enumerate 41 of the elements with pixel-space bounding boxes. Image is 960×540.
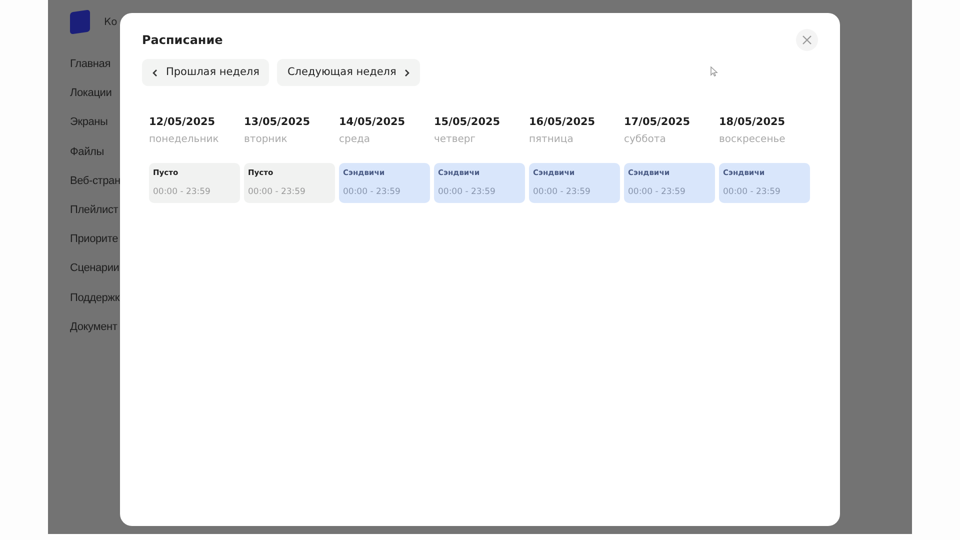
cursor-icon bbox=[710, 66, 718, 77]
close-button[interactable] bbox=[796, 29, 818, 51]
day-weekday: вторник bbox=[244, 132, 288, 147]
day-date: 13/05/2025 bbox=[244, 115, 312, 130]
dialog-title: Расписание bbox=[142, 32, 223, 49]
chevron-right-icon bbox=[404, 68, 410, 76]
entry-time: 00:00 - 23:59 bbox=[153, 186, 212, 199]
sidebar-item[interactable]: Документ bbox=[70, 318, 120, 348]
entry-time: 00:00 - 23:59 bbox=[438, 186, 496, 199]
day-weekday: пятница bbox=[529, 132, 574, 147]
sidebar-item[interactable]: Веб-стран bbox=[70, 172, 120, 202]
entry-time: 00:00 - 23:59 bbox=[723, 186, 782, 199]
entry-time: 00:00 - 23:59 bbox=[533, 186, 592, 199]
day-weekday: воскресенье bbox=[719, 132, 786, 147]
day-date: 15/05/2025 bbox=[434, 115, 502, 130]
sidebar-item[interactable]: Поддержк bbox=[70, 290, 120, 319]
close-icon bbox=[802, 35, 812, 45]
day-date: 18/05/2025 bbox=[719, 115, 786, 130]
day-weekday: четверг bbox=[434, 132, 477, 147]
chevron-left-icon bbox=[152, 68, 158, 76]
day-date: 14/05/2025 bbox=[339, 115, 406, 130]
entry-time: 00:00 - 23:59 bbox=[628, 186, 686, 199]
day-weekday: понедельник bbox=[149, 132, 220, 147]
logo-text: Ко bbox=[104, 16, 118, 30]
day-weekday: суббота bbox=[624, 132, 667, 147]
entry-time: 00:00 - 23:59 bbox=[248, 186, 306, 199]
day-date: 16/05/2025 bbox=[529, 115, 596, 130]
sidebar-item[interactable]: Плейлист bbox=[70, 202, 120, 232]
sidebar-item[interactable]: Сценарии bbox=[70, 260, 120, 290]
sidebar-item[interactable]: Файлы bbox=[70, 144, 120, 173]
day-weekday: среда bbox=[339, 132, 372, 147]
sidebar-item[interactable]: Приорите bbox=[70, 231, 120, 260]
sidebar-item[interactable]: Экраны bbox=[70, 114, 120, 144]
day-date: 12/05/2025 bbox=[149, 115, 216, 130]
next-week-button[interactable]: Следующая неделя bbox=[277, 59, 420, 86]
sidebar-item[interactable]: Локации bbox=[70, 85, 120, 114]
logo-icon bbox=[70, 10, 90, 34]
previous-week-button[interactable]: Прошлая неделя bbox=[142, 59, 270, 86]
day-date: 17/05/2025 bbox=[624, 115, 692, 130]
entry-time: 00:00 - 23:59 bbox=[343, 186, 402, 199]
sidebar-item[interactable]: Главная bbox=[70, 56, 120, 86]
